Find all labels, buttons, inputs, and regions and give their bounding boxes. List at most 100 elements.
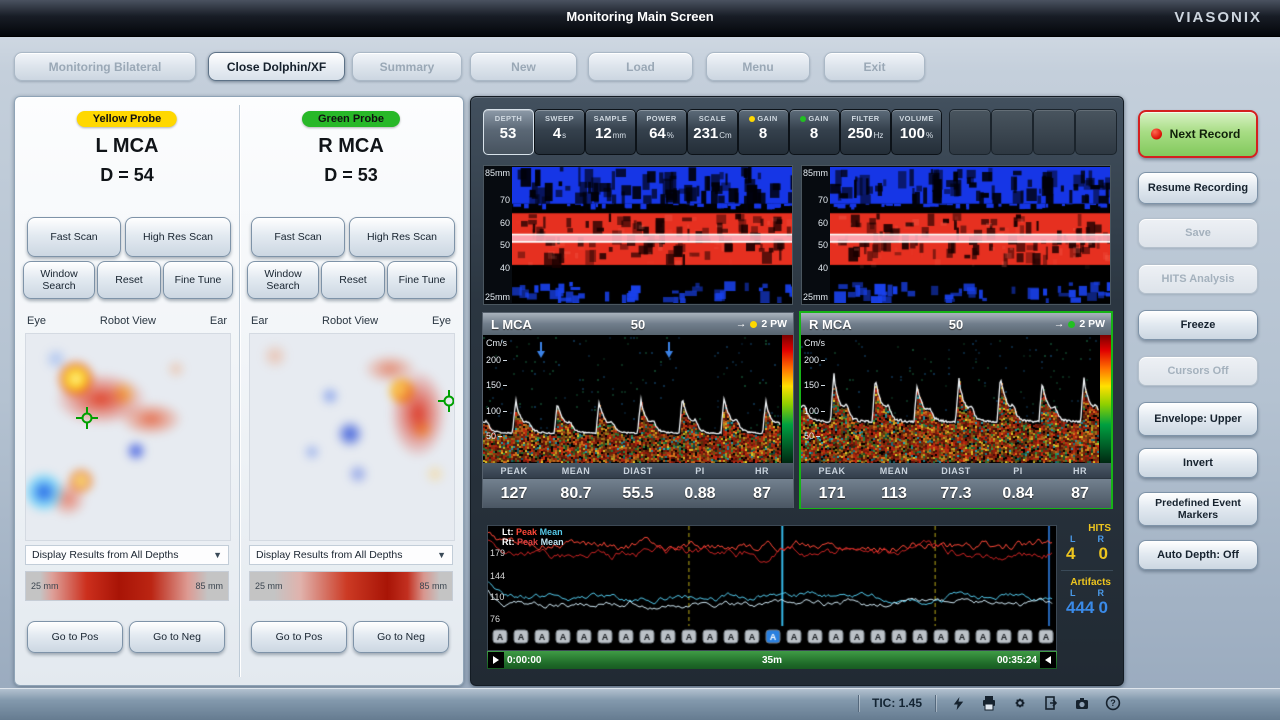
export-report-icon[interactable] [1042,694,1060,712]
robot-view-heatmap[interactable] [25,333,231,541]
fine-tune-button[interactable]: Fine Tune [163,261,233,299]
spectrum-canvas[interactable] [483,335,781,463]
go-to-neg-button[interactable]: Go to Neg [353,621,449,653]
save-button[interactable]: Save [1138,218,1258,248]
empty-param-slot [949,109,991,155]
spectrogram-header[interactable]: L MCA 50 → 2 PW [483,313,793,335]
auto-depth-button[interactable]: Auto Depth: Off [1138,540,1258,570]
next-record-button[interactable]: Next Record [1138,110,1258,158]
y-tick: 50 [486,431,502,441]
trend-legend: Lt: Peak Mean Rt: Peak Mean [502,527,564,547]
gain-green-param-button[interactable]: GAIN 8 [789,109,840,155]
trend-panel: Lt: Peak Mean Rt: Peak Mean 179 144 110 … [483,521,1113,673]
trend-plot[interactable]: Lt: Peak Mean Rt: Peak Mean 179 144 110 … [487,525,1057,651]
sweep-param-button[interactable]: SWEEP 4s [534,109,585,155]
stat-header-pi: PI [669,466,731,476]
view-label-robot-view: Robot View [322,315,378,327]
trend-canvas[interactable] [488,526,1054,648]
stat-value-mean: 113 [863,485,925,503]
doppler-spectrum-plot[interactable]: Cm/s 200 150 100 50 [801,335,1111,463]
doppler-spectrum-plot[interactable]: Cm/s 200 150 100 50 [483,335,793,463]
toolbar-monitoring-bilateral[interactable]: Monitoring Bilateral [14,52,196,81]
view-label-robot-view: Robot View [100,315,156,327]
spectrogram-header[interactable]: R MCA 50 → 2 PW [801,313,1111,335]
trend-timebar[interactable]: 0:00:00 35m 00:35:24 [487,651,1057,669]
hits-left-count: 4 [1066,544,1075,564]
toolbar-new[interactable]: New [470,52,577,81]
range-min-label: 25 mm [255,581,283,591]
y-axis-unit: Cm/s [486,338,507,348]
time-end: 00:35:24 [997,655,1037,666]
toolbar-load[interactable]: Load [588,52,693,81]
m-mode-canvas[interactable] [830,167,1110,303]
gain-yellow-param-button[interactable]: GAIN 8 [738,109,789,155]
stat-header-pi: PI [987,466,1049,476]
green-gain-dot-icon [800,116,806,122]
window-search-button[interactable]: Window Search [247,261,319,299]
trend-y-tick: 76 [490,614,500,624]
m-mode-display-left[interactable]: 85mm 70 60 50 40 25mm [483,165,793,305]
m-mode-canvas[interactable] [512,167,792,303]
camera-snapshot-icon[interactable] [1073,694,1091,712]
time-window: 35m [487,655,1057,666]
go-to-neg-button[interactable]: Go to Neg [129,621,225,653]
arrow-right-icon: → [736,318,747,330]
reset-button[interactable]: Reset [321,261,385,299]
param-value: 4 [553,125,561,142]
depth-results-dropdown[interactable]: Display Results from All Depths ▼ [249,545,453,565]
volume-param-button[interactable]: VOLUME 100% [891,109,942,155]
toolbar-exit[interactable]: Exit [824,52,925,81]
window-search-button[interactable]: Window Search [23,261,95,299]
param-label: POWER [646,114,676,123]
fast-scan-button[interactable]: Fast Scan [27,217,121,257]
high-res-scan-button[interactable]: High Res Scan [349,217,455,257]
invert-button[interactable]: Invert [1138,448,1258,478]
go-to-pos-button[interactable]: Go to Pos [251,621,347,653]
high-res-scan-button[interactable]: High Res Scan [125,217,231,257]
freeze-button[interactable]: Freeze [1138,310,1258,340]
mmode-tick: 85mm [484,168,510,178]
status-bar: TIC: 1.45 ? [0,688,1280,720]
filter-param-button[interactable]: FILTER 250Hz [840,109,891,155]
probes-panel: Yellow Probe L MCA D = 54 Fast Scan High… [14,96,464,686]
param-label: SAMPLE [594,114,628,123]
predefined-event-markers-button[interactable]: Predefined Event Markers [1138,492,1258,526]
help-icon[interactable]: ? [1104,694,1122,712]
envelope-upper-button[interactable]: Envelope: Upper [1138,402,1258,436]
toolbar-close-dolphin[interactable]: Close Dolphin/XF [208,52,345,81]
robot-view-heatmap[interactable] [249,333,455,541]
stat-value-pi: 0.84 [987,485,1049,503]
reset-button[interactable]: Reset [97,261,161,299]
spectrum-canvas[interactable] [801,335,1099,463]
hits-analysis-button[interactable]: HITS Analysis [1138,264,1258,294]
scroll-right-button[interactable] [1040,652,1056,668]
depth-results-dropdown[interactable]: Display Results from All Depths ▼ [25,545,229,565]
spectro-vessel-label: R MCA [809,317,852,332]
pw-mode-label: 2 PW [761,318,787,330]
m-mode-display-right[interactable]: 85mm 70 60 50 40 25mm [801,165,1111,305]
toolbar-summary[interactable]: Summary [352,52,462,81]
fast-scan-button[interactable]: Fast Scan [251,217,345,257]
arrow-right-icon: → [1054,318,1065,330]
param-value: 8 [810,125,818,142]
toolbar-menu[interactable]: Menu [706,52,810,81]
cursors-off-button[interactable]: Cursors Off [1138,356,1258,386]
velocity-colorbar [1100,335,1111,463]
probe-connection-icon[interactable] [949,694,967,712]
velocity-colorbar [782,335,793,463]
sample-param-button[interactable]: SAMPLE 12mm [585,109,636,155]
chevron-down-icon: ▼ [213,550,222,560]
go-to-pos-button[interactable]: Go to Pos [27,621,123,653]
mmode-tick: 60 [802,218,828,228]
fine-tune-button[interactable]: Fine Tune [387,261,457,299]
power-param-button[interactable]: POWER 64% [636,109,687,155]
print-icon[interactable] [980,694,998,712]
monitoring-display-panel: DEPTH 53 SWEEP 4s SAMPLE 12mm POWER 64% … [470,96,1124,686]
depth-param-button[interactable]: DEPTH 53 [483,109,534,155]
param-label: GAIN [757,114,777,123]
scale-param-button[interactable]: SCALE 231Cm [687,109,738,155]
settings-gear-icon[interactable] [1011,694,1029,712]
spectrogram-panel-left: L MCA 50 → 2 PW Cm/s 200 150 100 50 PE [483,313,793,507]
resume-recording-button[interactable]: Resume Recording [1138,172,1258,204]
probe-badge-yellow: Yellow Probe [77,111,177,127]
